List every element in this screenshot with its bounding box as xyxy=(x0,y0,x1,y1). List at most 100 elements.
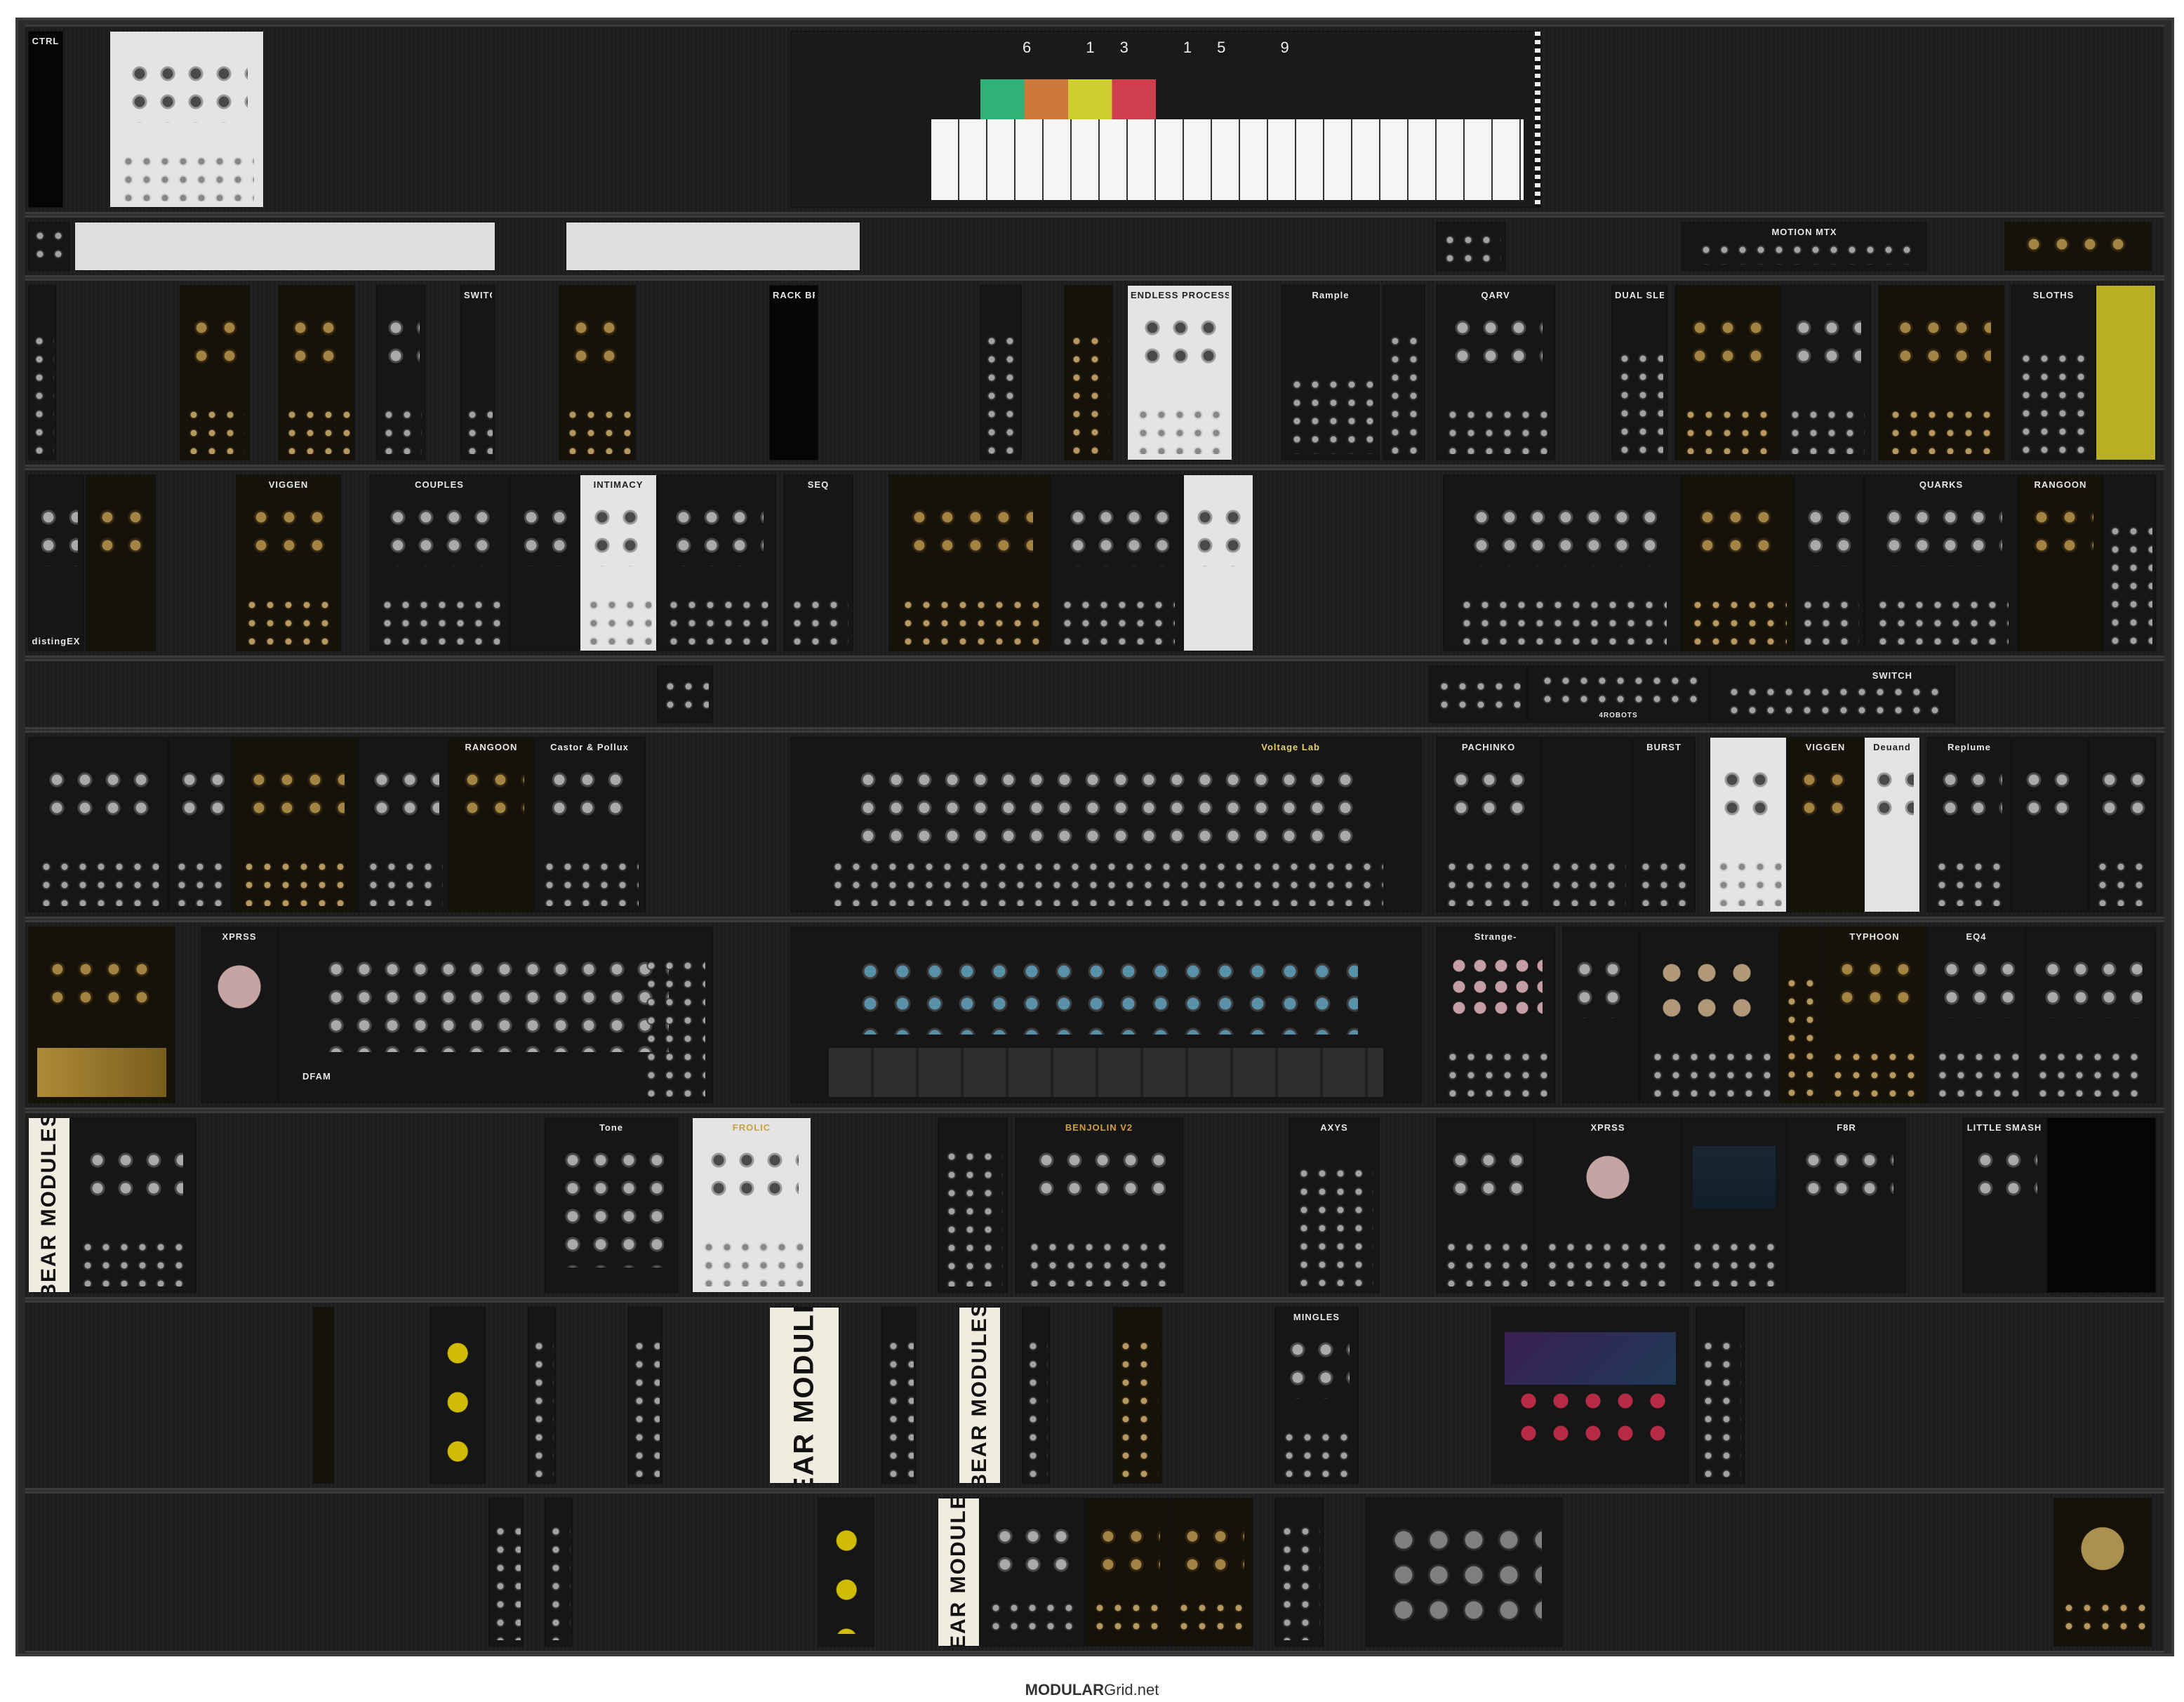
module[interactable]: BENJOLIN V2 xyxy=(1015,1117,1183,1293)
jack-group[interactable] xyxy=(462,405,493,454)
module[interactable]: EQ4 xyxy=(1927,926,2025,1103)
jack-group[interactable] xyxy=(378,596,501,645)
module[interactable]: 4ROBOTS xyxy=(1527,665,1710,723)
jack-group[interactable] xyxy=(37,1048,166,1097)
module[interactable]: Castor & Pollux xyxy=(533,737,646,912)
jack-group[interactable] xyxy=(1294,1164,1374,1287)
knob-group[interactable] xyxy=(187,313,243,376)
jack-group[interactable] xyxy=(986,1599,1079,1640)
module[interactable]: QUARKS xyxy=(1864,474,2018,651)
knob-group[interactable] xyxy=(1063,503,1170,566)
module[interactable]: SLOTHS xyxy=(2011,285,2096,460)
module[interactable] xyxy=(888,474,1050,651)
jack-group[interactable] xyxy=(1615,350,1664,454)
module[interactable] xyxy=(1682,474,1794,651)
knob-group[interactable] xyxy=(853,955,1359,1035)
module[interactable]: Deuand xyxy=(1864,737,1920,912)
module[interactable] xyxy=(2004,222,2152,271)
knob-group[interactable] xyxy=(1692,1145,1776,1209)
module[interactable] xyxy=(86,474,156,651)
knob-group[interactable] xyxy=(367,765,440,828)
module[interactable] xyxy=(1274,1498,1324,1647)
jack-group[interactable] xyxy=(530,1337,554,1477)
jack-group[interactable] xyxy=(1933,1048,2019,1097)
module[interactable]: Rample xyxy=(1281,285,1380,460)
module[interactable] xyxy=(430,1307,486,1484)
knob-group[interactable] xyxy=(286,313,347,376)
knob-group[interactable] xyxy=(1693,503,1783,566)
module[interactable] xyxy=(1064,285,1113,460)
module[interactable] xyxy=(980,285,1022,460)
modulargrid-logo[interactable]: MODULARGrid.net xyxy=(0,1681,2184,1699)
jack-group[interactable] xyxy=(540,857,639,906)
jack-group[interactable] xyxy=(2093,857,2152,906)
module[interactable] xyxy=(313,1307,334,1484)
module[interactable]: Strange- xyxy=(1436,926,1555,1103)
knob-group[interactable] xyxy=(1570,955,1632,1018)
module[interactable] xyxy=(28,926,175,1103)
knob-group[interactable] xyxy=(383,503,495,566)
module[interactable] xyxy=(358,737,449,912)
jack-group[interactable] xyxy=(1024,1337,1048,1477)
module[interactable] xyxy=(938,1117,1008,1293)
jack-group[interactable] xyxy=(665,596,768,645)
module[interactable]: distingEX xyxy=(28,474,84,651)
jack-group[interactable] xyxy=(283,405,350,454)
keyboard-controller[interactable]: 6 13 15 9 xyxy=(790,31,1541,208)
module[interactable] xyxy=(28,285,56,460)
jack-group[interactable] xyxy=(1538,672,1698,705)
knob-group[interactable] xyxy=(704,1145,799,1209)
module[interactable]: RANGOON xyxy=(2018,474,2103,651)
knob-group[interactable] xyxy=(1685,313,1769,376)
module[interactable]: BEAR MODULES xyxy=(938,1498,980,1647)
jack-group[interactable] xyxy=(1699,1337,1741,1477)
module[interactable] xyxy=(2089,737,2156,912)
jack-group[interactable] xyxy=(828,1048,1384,1097)
module[interactable]: BURST xyxy=(1632,737,1696,912)
module[interactable] xyxy=(70,1117,197,1293)
jack-group[interactable] xyxy=(36,857,160,906)
jack-group[interactable] xyxy=(2106,522,2152,645)
knob-group[interactable] xyxy=(246,503,331,566)
knob-group[interactable] xyxy=(1891,313,1992,376)
jack-group[interactable] xyxy=(1696,241,1912,265)
module[interactable] xyxy=(2053,1498,2152,1647)
jack-group[interactable] xyxy=(1133,405,1226,454)
module[interactable] xyxy=(1383,285,1425,460)
jack-group[interactable] xyxy=(1689,596,1787,645)
knob-group[interactable] xyxy=(1801,503,1857,566)
knob-group[interactable] xyxy=(545,765,634,828)
knob-group[interactable] xyxy=(458,765,525,828)
jack-group[interactable] xyxy=(1444,1048,1547,1097)
module[interactable]: MINGLES xyxy=(1274,1307,1359,1484)
jack-group[interactable] xyxy=(239,857,350,906)
knob-group[interactable] xyxy=(1138,313,1222,376)
module[interactable] xyxy=(28,737,168,912)
knob-group[interactable] xyxy=(1879,503,2003,566)
jack-group[interactable] xyxy=(942,1147,1004,1287)
module[interactable]: F8R xyxy=(1787,1117,1906,1293)
module[interactable] xyxy=(657,665,713,723)
module[interactable] xyxy=(232,737,358,912)
module[interactable] xyxy=(2046,1117,2156,1293)
knob-group[interactable] xyxy=(853,765,1359,844)
jack-group[interactable] xyxy=(78,1237,189,1287)
jack-group[interactable] xyxy=(1785,405,1865,454)
jack-group[interactable] xyxy=(1117,1337,1159,1477)
module[interactable] xyxy=(1492,1307,1689,1484)
knob-group[interactable] xyxy=(566,313,628,376)
jack-group[interactable] xyxy=(1091,1599,1164,1640)
jack-group[interactable] xyxy=(1386,332,1423,454)
module[interactable]: TYPHOON xyxy=(1822,926,1927,1103)
jack-group[interactable] xyxy=(642,957,705,1097)
module[interactable] xyxy=(1050,474,1183,651)
jack-group[interactable] xyxy=(1458,596,1667,645)
knob-group[interactable] xyxy=(824,1516,869,1635)
module[interactable] xyxy=(488,1498,524,1647)
jack-group[interactable] xyxy=(173,857,227,906)
knob-group[interactable] xyxy=(1795,765,1856,828)
module[interactable]: DFAM xyxy=(278,926,713,1103)
module[interactable] xyxy=(1682,1117,1787,1293)
module[interactable]: AXYS xyxy=(1289,1117,1380,1293)
module[interactable]: Voltage Lab xyxy=(790,737,1422,912)
